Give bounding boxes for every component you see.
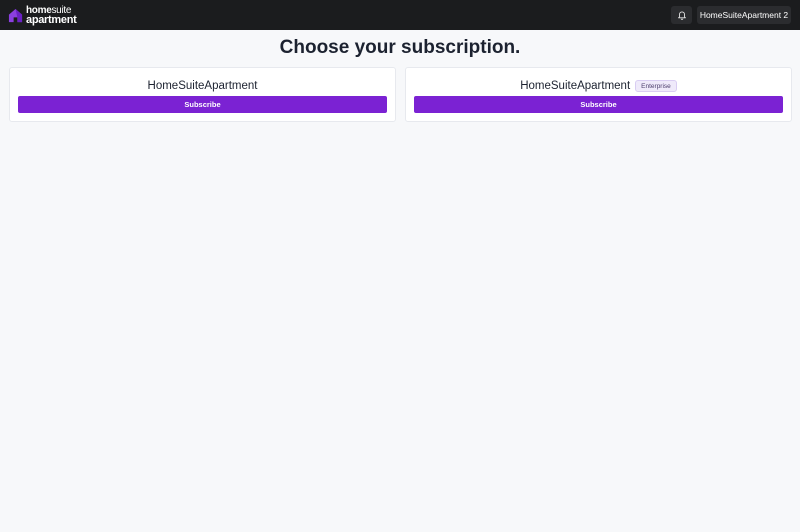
account-menu-button[interactable]: HomeSuiteApartment 2 [697,6,791,24]
enterprise-badge: Enterprise [635,80,677,92]
brand-wordmark: homesuite apartment [26,5,77,26]
house-icon [8,8,23,22]
plan-card: HomeSuiteApartment Subscribe [9,67,396,122]
plan-card-enterprise: HomeSuiteApartment Enterprise Subscribe [405,67,792,122]
plan-card-header: HomeSuiteApartment Enterprise [406,79,791,93]
page-title: Choose your subscription. [279,37,521,58]
plan-name: HomeSuiteApartment [147,80,258,92]
plan-name: HomeSuiteApartment [520,80,631,92]
brand-logo[interactable]: homesuite apartment [8,5,77,26]
top-navigation-bar: homesuite apartment HomeSuiteApartment 2 [0,0,800,30]
brand-wordmark-apartment: apartment [26,13,77,26]
subscribe-button-enterprise[interactable]: Subscribe [414,96,783,113]
notifications-button[interactable] [671,6,692,24]
subscribe-button[interactable]: Subscribe [18,96,387,113]
bell-icon [677,11,686,20]
plan-card-header: HomeSuiteApartment [10,79,395,93]
